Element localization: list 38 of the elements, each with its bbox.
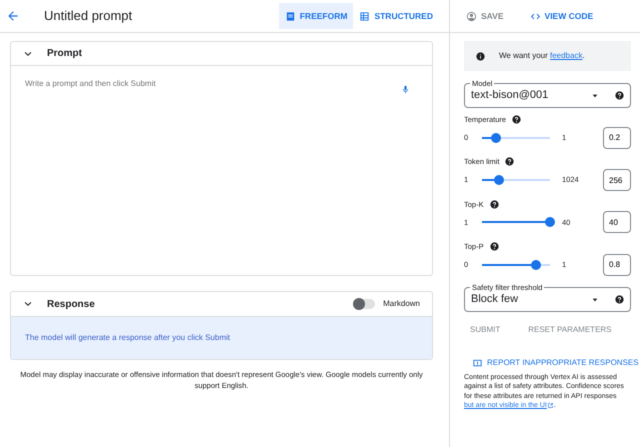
feedback-text: We want your feedback.: [499, 50, 585, 62]
prompt-field[interactable]: Write a prompt and then click Submit: [11, 66, 432, 275]
help-icon[interactable]: [615, 91, 624, 100]
slider-thumb[interactable]: [494, 175, 504, 185]
section-title: Prompt: [47, 47, 82, 61]
slider-thumb[interactable]: [490, 132, 501, 143]
value-field[interactable]: 0.2: [603, 126, 631, 149]
markdown-toggle[interactable]: [353, 299, 376, 309]
value-field[interactable]: 0.8: [603, 254, 631, 276]
view-code-button[interactable]: VIEW CODE: [524, 3, 600, 29]
help-icon[interactable]: [505, 157, 514, 166]
microphone-icon[interactable]: [401, 84, 410, 95]
help-icon[interactable]: [490, 200, 499, 209]
response-field: The model will generate a response after you click Submit: [11, 317, 432, 359]
help-icon[interactable]: [615, 295, 624, 304]
report-link[interactable]: REPORT INAPPROPRIATE RESPONSES: [466, 356, 640, 370]
info-icon: [476, 52, 485, 60]
back-arrow-icon[interactable]: [6, 9, 20, 23]
section-title: Response: [47, 298, 95, 312]
table-icon: [359, 10, 370, 22]
selected-value: text-bison@001: [471, 88, 548, 104]
mode-tab[interactable]: STRUCTURED: [353, 3, 439, 29]
slider-thumb[interactable]: [531, 260, 542, 270]
help-icon[interactable]: [512, 115, 522, 124]
selected-value: Block few: [471, 292, 518, 308]
dropdown-caret-icon[interactable]: [591, 92, 599, 100]
dropdown-caret-icon[interactable]: [591, 296, 599, 304]
document-icon: [284, 10, 296, 22]
mode-tab[interactable]: FREEFORM: [278, 3, 354, 29]
external-link-icon: [546, 402, 554, 409]
help-icon[interactable]: [490, 242, 499, 251]
value-field[interactable]: 40: [603, 211, 631, 234]
report-icon: [472, 358, 483, 368]
prompt-title: Untitled prompt: [44, 7, 132, 26]
feedback-link[interactable]: feedback: [550, 51, 582, 60]
slider-thumb[interactable]: [545, 217, 555, 228]
markdown-label: Markdown: [383, 298, 420, 310]
value-field[interactable]: 256: [603, 169, 631, 191]
